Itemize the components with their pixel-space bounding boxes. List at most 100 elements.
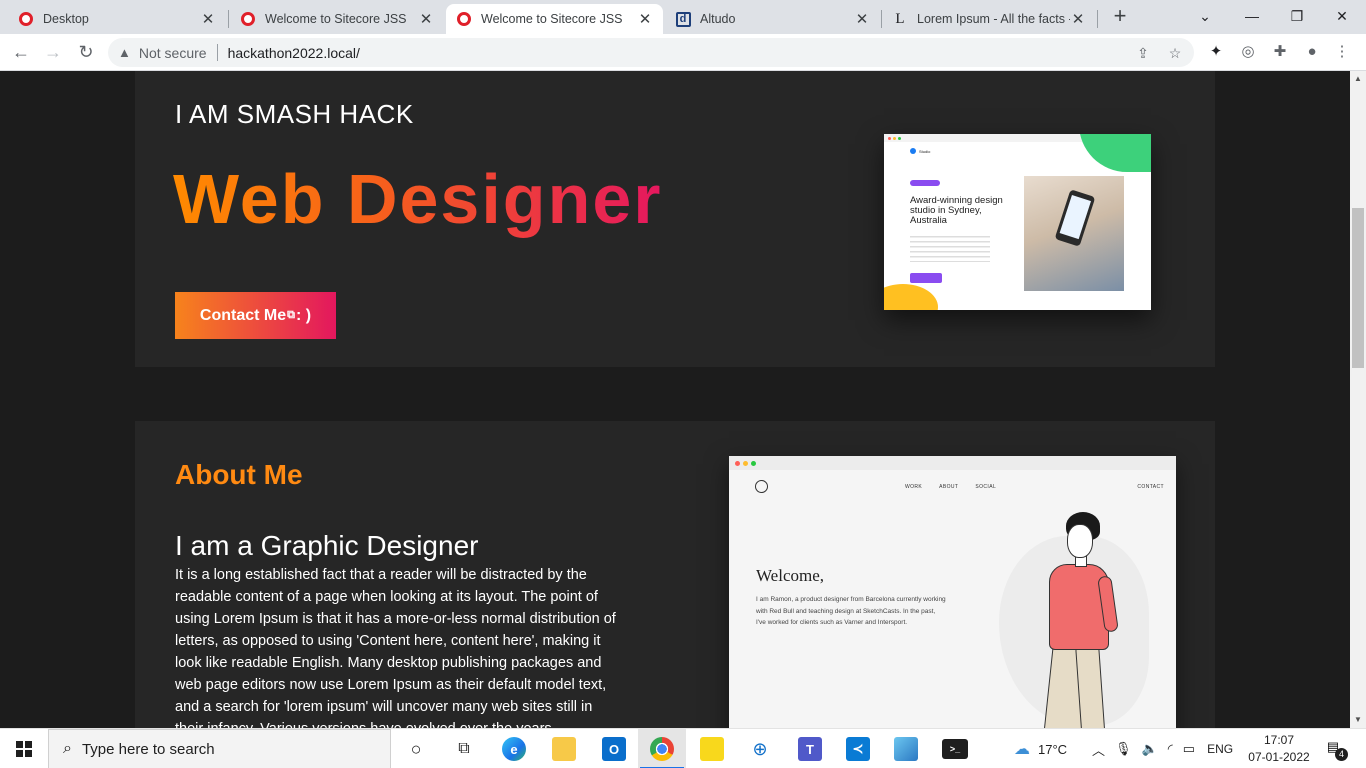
tab-search-chevron-icon[interactable]: ⌄ bbox=[1191, 4, 1219, 28]
teams-icon[interactable]: T bbox=[798, 737, 822, 761]
person-illustration-head bbox=[1067, 524, 1093, 558]
microphone-icon[interactable]: 🎙 bbox=[1115, 741, 1132, 757]
mockup-intro: I am Ramon, a product designer from Barc… bbox=[756, 596, 946, 626]
window-dot bbox=[898, 136, 901, 140]
tray-chevron-up-icon[interactable]: ︿ bbox=[1092, 740, 1105, 759]
close-window-button[interactable]: ✕ bbox=[1328, 4, 1356, 28]
battery-icon[interactable]: ▭ bbox=[1183, 741, 1195, 757]
extension-ninja-icon[interactable]: ✦ bbox=[1206, 42, 1226, 62]
scroll-down-arrow-icon[interactable]: ▼ bbox=[1350, 712, 1366, 728]
page-scrollbar[interactable]: ▲ ▼ bbox=[1350, 71, 1366, 728]
tab-sitecore-1[interactable]: Welcome to Sitecore JSS ✕ bbox=[230, 4, 444, 34]
back-arrow-icon[interactable]: ← bbox=[8, 39, 34, 65]
mockup-nav-item: WORK bbox=[905, 484, 923, 490]
search-icon: ⌕ bbox=[63, 740, 72, 757]
file-explorer-icon[interactable] bbox=[552, 737, 576, 761]
search-placeholder: Type here to search bbox=[81, 740, 215, 758]
contact-button-label: Contact Me bbox=[199, 306, 287, 324]
hero-section: I AM SMASH HACK Web Designer Contact Me … bbox=[135, 71, 1215, 367]
mockup-nav-item: ABOUT bbox=[939, 484, 959, 490]
clock-date: 07-01-2022 bbox=[1248, 750, 1310, 764]
outlook-icon[interactable]: O bbox=[602, 737, 626, 761]
tab-separator bbox=[1097, 10, 1098, 28]
notification-center-icon[interactable]: ▤ 4 bbox=[1322, 739, 1348, 761]
scroll-up-arrow-icon[interactable]: ▲ bbox=[1350, 71, 1366, 87]
window-dot bbox=[893, 136, 896, 140]
mockup-brand: Studio bbox=[910, 148, 930, 154]
tab-lorem-ipsum[interactable]: L Lorem Ipsum - All the facts - ✕ bbox=[882, 4, 1096, 34]
contact-me-button[interactable]: Contact Me ⧉ : ) bbox=[175, 292, 336, 339]
mockup-nav: WORK ABOUT SOCIAL bbox=[905, 484, 996, 490]
mockup-paragraph bbox=[910, 236, 990, 262]
bookmark-star-icon[interactable]: ☆ bbox=[1166, 44, 1184, 62]
mockup-welcome: Welcome, bbox=[756, 566, 825, 585]
about-heading: About Me bbox=[175, 459, 303, 490]
share-icon[interactable]: ⇪ bbox=[1134, 44, 1152, 62]
mockup-logo-icon bbox=[755, 480, 768, 493]
portfolio-website-mockup: WORK ABOUT SOCIAL CONTACT Welcome, I am … bbox=[729, 456, 1176, 728]
clock-time: 17:07 bbox=[1263, 733, 1295, 747]
taskbar-search-box[interactable]: ⌕ Type here to search bbox=[48, 729, 391, 768]
weather-widget[interactable]: ☁ 17°C bbox=[1014, 729, 1067, 768]
profile-avatar-icon[interactable]: ● bbox=[1302, 42, 1322, 62]
browser-toolbar: ← → ↻ ▲ Not secure hackathon2022.local/ … bbox=[0, 34, 1366, 71]
opera-icon bbox=[18, 11, 34, 27]
language-indicator[interactable]: ENG bbox=[1207, 742, 1233, 756]
tab-altudo[interactable]: d Altudo ✕ bbox=[665, 4, 880, 34]
new-tab-button[interactable]: + bbox=[1108, 5, 1132, 29]
vscode-icon[interactable]: ≺ bbox=[846, 737, 870, 761]
task-view-icon[interactable]: ⧉ bbox=[452, 737, 476, 761]
volume-icon[interactable]: 🔈 bbox=[1142, 741, 1158, 757]
brand-name: Studio bbox=[919, 148, 931, 154]
close-tab-icon[interactable]: ✕ bbox=[418, 10, 434, 28]
chrome-icon[interactable] bbox=[640, 737, 684, 768]
green-shape bbox=[1079, 134, 1151, 172]
cloud-sun-icon: ☁ bbox=[1014, 741, 1030, 758]
contact-button-suffix: : ) bbox=[295, 306, 312, 324]
close-tab-icon[interactable]: ✕ bbox=[637, 10, 653, 28]
restore-button[interactable]: ❐ bbox=[1283, 4, 1311, 28]
mockup-pill bbox=[910, 180, 940, 186]
tab-desktop[interactable]: Desktop ✕ bbox=[8, 4, 226, 34]
warning-triangle-icon[interactable]: ▲ bbox=[118, 45, 131, 60]
about-subheading: I am a Graphic Designer bbox=[175, 530, 479, 561]
system-tray-icons: ︿ 🎙 🔈 ◜ ▭ ENG bbox=[1092, 729, 1233, 768]
sticky-notes-icon[interactable] bbox=[700, 737, 724, 761]
wifi-icon[interactable]: ◜ bbox=[1168, 741, 1173, 757]
edge-icon[interactable]: e bbox=[502, 737, 526, 761]
tab-title: Welcome to Sitecore JSS bbox=[481, 12, 623, 26]
extension-circle-icon[interactable]: ◎ bbox=[1238, 42, 1258, 62]
brand-logo-icon bbox=[910, 148, 916, 154]
reload-icon[interactable]: ↻ bbox=[73, 39, 99, 65]
forward-arrow-icon[interactable]: → bbox=[40, 39, 66, 65]
start-button[interactable] bbox=[0, 729, 48, 768]
close-tab-icon[interactable]: ✕ bbox=[200, 10, 216, 28]
close-tab-icon[interactable]: ✕ bbox=[854, 10, 870, 28]
address-bar[interactable]: ▲ Not secure hackathon2022.local/ ⇪ ☆ bbox=[108, 38, 1194, 67]
scrollbar-thumb[interactable] bbox=[1352, 208, 1364, 368]
tab-title: Welcome to Sitecore JSS bbox=[265, 12, 407, 26]
opera-icon bbox=[456, 11, 472, 27]
window-dot bbox=[751, 460, 756, 466]
mockup-heading: Award-winning design studio in Sydney, A… bbox=[910, 195, 1003, 226]
network-globe-icon[interactable]: ⊕ bbox=[748, 737, 772, 761]
tab-title: Lorem Ipsum - All the facts - bbox=[917, 12, 1070, 26]
window-dot bbox=[888, 136, 891, 140]
cortana-icon[interactable]: ○ bbox=[404, 737, 428, 761]
terminal-icon[interactable]: >_ bbox=[942, 739, 968, 759]
url-text[interactable]: hackathon2022.local/ bbox=[228, 45, 360, 61]
security-label[interactable]: Not secure bbox=[139, 45, 207, 61]
hero-eyebrow: I AM SMASH HACK bbox=[175, 99, 414, 129]
clock[interactable]: 17:07 07-01-2022 bbox=[1248, 732, 1310, 766]
minimize-button[interactable]: — bbox=[1238, 4, 1266, 28]
extensions-puzzle-icon[interactable]: ✚ bbox=[1270, 42, 1290, 62]
app-icon[interactable] bbox=[894, 737, 918, 761]
about-body-text: It is a long established fact that a rea… bbox=[175, 567, 616, 728]
studio-website-mockup: Studio Award-winning design studio in Sy… bbox=[884, 134, 1151, 310]
tab-sitecore-2-active[interactable]: Welcome to Sitecore JSS ✕ bbox=[446, 4, 663, 34]
external-window-icon: ⧉ bbox=[287, 309, 295, 321]
more-menu-icon[interactable]: ⋮ bbox=[1332, 42, 1352, 62]
mockup-nav-item: SOCIAL bbox=[975, 484, 997, 490]
close-tab-icon[interactable]: ✕ bbox=[1070, 10, 1086, 28]
divider bbox=[216, 44, 218, 61]
